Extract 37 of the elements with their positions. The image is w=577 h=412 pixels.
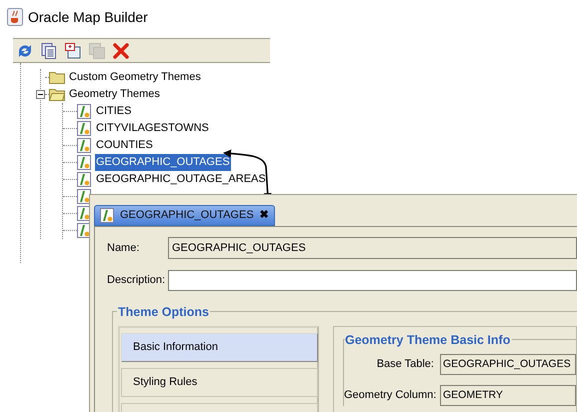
tree-item[interactable]: Custom Geometry Themes: [69, 69, 201, 86]
open-folder-icon: [49, 88, 65, 101]
field-label: Base Table:: [376, 357, 435, 372]
tree-item[interactable]: GEOGRAPHIC_OUTAGES: [95, 154, 231, 171]
theme-icon: [77, 104, 91, 119]
theme-icon: [77, 172, 91, 187]
theme-icon: [77, 138, 91, 153]
app-icon: [7, 8, 23, 26]
tree-item[interactable]: GEOGRAPHIC_OUTAGE_AREAS: [95, 171, 267, 188]
tree-item[interactable]: CITIES: [95, 103, 132, 120]
tree-item[interactable]: COUNTIES: [95, 137, 154, 154]
tree-item[interactable]: Geometry Themes: [69, 86, 160, 103]
field-label: Name:: [107, 240, 140, 256]
theme-icon: [100, 208, 114, 223]
documents-icon[interactable]: [40, 42, 58, 60]
theme-icon: [77, 223, 91, 238]
window-title: Oracle Map Builder: [28, 8, 148, 27]
theme-icon: [77, 206, 91, 221]
new-item-icon[interactable]: [64, 42, 82, 60]
field-label: Geometry Column:: [344, 388, 438, 404]
close-button[interactable]: ✖: [260, 210, 269, 221]
text-field[interactable]: GEOMETRY: [440, 385, 576, 406]
theme-icon: [77, 189, 91, 204]
description-field[interactable]: [168, 270, 577, 290]
theme-icon: [77, 121, 91, 136]
collapse-toggle[interactable]: [36, 90, 45, 99]
tree-item[interactable]: CITYVILAGESTOWNS: [95, 120, 210, 137]
field-label: Description:: [107, 272, 166, 288]
delete-icon[interactable]: [112, 42, 130, 60]
text-field[interactable]: GEOGRAPHIC_OUTAGES: [440, 354, 576, 375]
tab-title: GEOGRAPHIC_OUTAGES: [120, 208, 254, 224]
name-field[interactable]: GEOGRAPHIC_OUTAGES: [168, 237, 577, 259]
folder-icon: [49, 71, 65, 84]
section-item[interactable]: Basic Information: [121, 333, 318, 362]
editor-tab[interactable]: GEOGRAPHIC_OUTAGES ✖: [94, 205, 275, 226]
section-item[interactable]: Styling Rules: [121, 368, 318, 397]
theme-icon: [77, 155, 91, 170]
